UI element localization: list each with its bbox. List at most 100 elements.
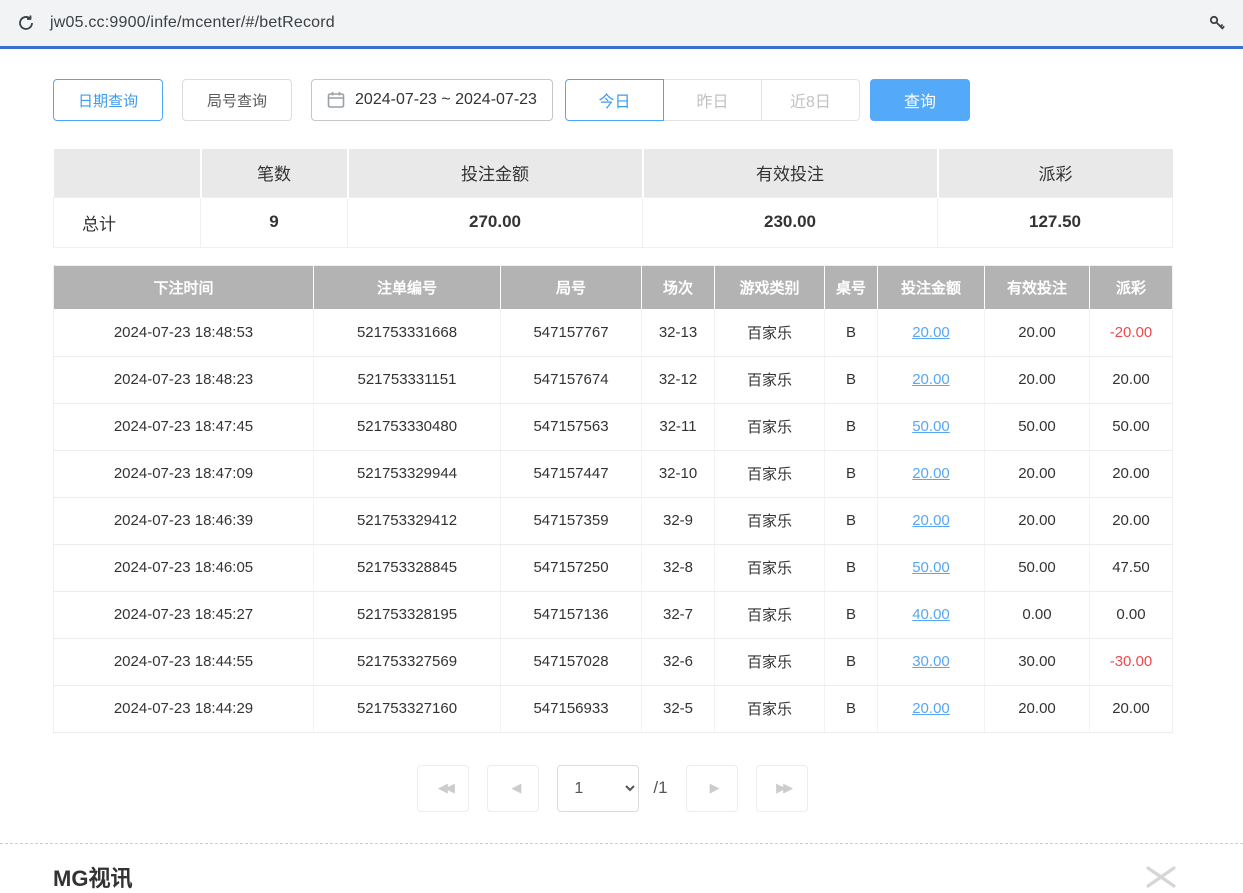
bet-amount-link[interactable]: 20.00: [912, 700, 950, 717]
table-number: B: [825, 544, 878, 591]
table-row: 2024-07-23 18:47:09521753329944547157447…: [54, 450, 1173, 497]
search-button[interactable]: 查询: [870, 79, 970, 121]
payout: 20.00: [1090, 685, 1173, 732]
table-row: 2024-07-23 18:46:39521753329412547157359…: [54, 497, 1173, 544]
table-row: 2024-07-23 18:47:45521753330480547157563…: [54, 403, 1173, 450]
valid-bet: 20.00: [985, 450, 1090, 497]
quick-range-8days-button[interactable]: 近8日: [761, 79, 860, 121]
session: 32-6: [642, 638, 715, 685]
pagination: ◀◀ ◀ 1 /1 ▶ ▶▶: [53, 765, 1172, 812]
filter-toolbar: 日期查询 局号查询 2024-07-23 ~ 2024-07-23 今日 昨日 …: [53, 79, 1172, 121]
round-number: 547157028: [501, 638, 642, 685]
bet-time: 2024-07-23 18:48:23: [54, 356, 314, 403]
column-header: 下注时间: [54, 265, 314, 309]
bet-time: 2024-07-23 18:47:45: [54, 403, 314, 450]
payout: 20.00: [1090, 450, 1173, 497]
session: 32-7: [642, 591, 715, 638]
column-header: 注单编号: [314, 265, 501, 309]
column-header: 有效投注: [985, 265, 1090, 309]
summary-header-row: 笔数 投注金额 有效投注 派彩: [54, 149, 1173, 197]
table-number: B: [825, 403, 878, 450]
bet-amount-link[interactable]: 50.00: [912, 418, 950, 435]
table-number: B: [825, 638, 878, 685]
bet-time: 2024-07-23 18:47:09: [54, 450, 314, 497]
pagination-first-button[interactable]: ◀◀: [417, 765, 469, 812]
session: 32-13: [642, 309, 715, 356]
date-range-text: 2024-07-23 ~ 2024-07-23: [355, 91, 537, 109]
bet-amount-link[interactable]: 20.00: [912, 371, 950, 388]
summary-total-valid-bet: 230.00: [643, 197, 938, 247]
bet-time: 2024-07-23 18:45:27: [54, 591, 314, 638]
table-number: B: [825, 356, 878, 403]
summary-header-bet-amount: 投注金额: [348, 149, 643, 197]
column-header: 桌号: [825, 265, 878, 309]
session: 32-10: [642, 450, 715, 497]
summary-total-payout: 127.50: [938, 197, 1173, 247]
column-header: 投注金额: [878, 265, 985, 309]
summary-total-row: 总计 9 270.00 230.00 127.50: [54, 197, 1173, 247]
game-type: 百家乐: [715, 497, 825, 544]
summary-header-payout: 派彩: [938, 149, 1173, 197]
bet-amount: 20.00: [878, 685, 985, 732]
bet-amount: 20.00: [878, 356, 985, 403]
order-number: 521753327160: [314, 685, 501, 732]
payout: -30.00: [1090, 638, 1173, 685]
quick-range-today-button[interactable]: 今日: [565, 79, 664, 121]
order-number: 521753329412: [314, 497, 501, 544]
bet-amount: 50.00: [878, 403, 985, 450]
order-number: 521753328195: [314, 591, 501, 638]
bet-time: 2024-07-23 18:44:29: [54, 685, 314, 732]
bet-amount-link[interactable]: 50.00: [912, 559, 950, 576]
bet-amount: 20.00: [878, 450, 985, 497]
pagination-prev-button[interactable]: ◀: [487, 765, 539, 812]
valid-bet: 20.00: [985, 497, 1090, 544]
game-type: 百家乐: [715, 685, 825, 732]
round-number: 547157767: [501, 309, 642, 356]
collapse-icon[interactable]: [1144, 864, 1178, 890]
bet-time: 2024-07-23 18:46:05: [54, 544, 314, 591]
round-number: 547156933: [501, 685, 642, 732]
bet-amount-link[interactable]: 40.00: [912, 606, 950, 623]
session: 32-8: [642, 544, 715, 591]
table-row: 2024-07-23 18:48:23521753331151547157674…: [54, 356, 1173, 403]
bet-amount-link[interactable]: 20.00: [912, 512, 950, 529]
round-number: 547157359: [501, 497, 642, 544]
key-icon[interactable]: [1205, 11, 1229, 35]
bet-amount-link[interactable]: 20.00: [912, 324, 950, 341]
date-query-tab[interactable]: 日期查询: [53, 79, 163, 121]
reload-icon[interactable]: [14, 11, 38, 35]
summary-header-valid-bet: 有效投注: [643, 149, 938, 197]
pagination-last-button[interactable]: ▶▶: [756, 765, 808, 812]
date-range-picker[interactable]: 2024-07-23 ~ 2024-07-23: [311, 79, 553, 121]
summary-total-label: 总计: [54, 197, 201, 247]
round-number: 547157563: [501, 403, 642, 450]
game-type: 百家乐: [715, 638, 825, 685]
bet-time: 2024-07-23 18:44:55: [54, 638, 314, 685]
round-number: 547157250: [501, 544, 642, 591]
bet-amount-link[interactable]: 20.00: [912, 465, 950, 482]
bet-amount: 30.00: [878, 638, 985, 685]
bet-amount: 40.00: [878, 591, 985, 638]
summary-header-blank: [54, 149, 201, 197]
valid-bet: 0.00: [985, 591, 1090, 638]
game-type: 百家乐: [715, 591, 825, 638]
valid-bet: 20.00: [985, 356, 1090, 403]
mg-video-section-header[interactable]: MG视讯: [0, 844, 1243, 893]
round-number: 547157674: [501, 356, 642, 403]
page-select[interactable]: 1: [557, 765, 639, 812]
payout: 20.00: [1090, 356, 1173, 403]
quick-range-yesterday-button[interactable]: 昨日: [663, 79, 762, 121]
bet-amount: 20.00: [878, 309, 985, 356]
session: 32-9: [642, 497, 715, 544]
payout: 0.00: [1090, 591, 1173, 638]
column-header: 游戏类别: [715, 265, 825, 309]
bet-time: 2024-07-23 18:48:53: [54, 309, 314, 356]
order-number: 521753328845: [314, 544, 501, 591]
url-text[interactable]: jw05.cc:9900/infe/mcenter/#/betRecord: [50, 14, 1193, 32]
table-row: 2024-07-23 18:44:55521753327569547157028…: [54, 638, 1173, 685]
pagination-next-button[interactable]: ▶: [686, 765, 738, 812]
round-query-tab[interactable]: 局号查询: [182, 79, 292, 121]
bet-amount-link[interactable]: 30.00: [912, 653, 950, 670]
payout: 20.00: [1090, 497, 1173, 544]
address-bar: jw05.cc:9900/infe/mcenter/#/betRecord: [0, 0, 1243, 49]
